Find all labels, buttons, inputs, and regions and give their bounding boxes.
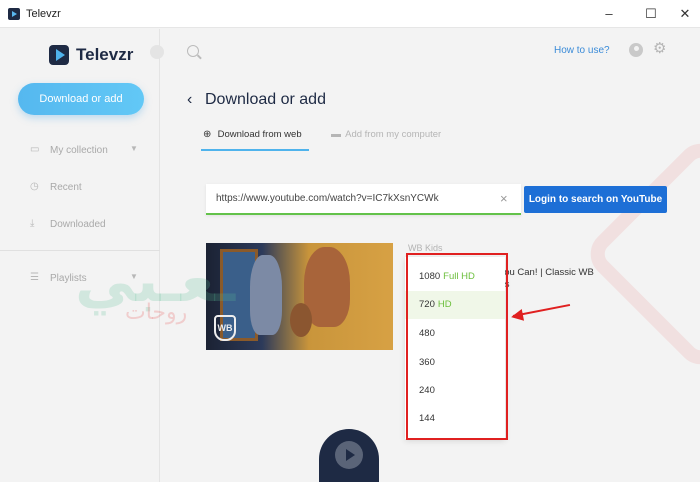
active-tab-indicator (201, 149, 309, 151)
how-to-use-link[interactable]: How to use? (554, 45, 610, 56)
clear-icon[interactable]: × (500, 191, 508, 206)
thumbnail-mouse (290, 303, 312, 337)
video-channel: WB Kids (408, 243, 443, 253)
maximize-button[interactable]: ☐ (636, 2, 666, 26)
download-icon: ⤓ (30, 218, 35, 229)
folder-icon: ▬ (331, 129, 341, 140)
chevron-down-icon: ▼ (130, 144, 138, 153)
folder-icon: ▭ (30, 144, 40, 155)
video-title: If You Can! | Classic WB Kids (491, 267, 594, 290)
url-input[interactable]: https://www.youtube.com/watch?v=IC7kXsnY… (206, 184, 521, 215)
tab-download-from-web[interactable]: ⊕ Download from web (201, 129, 309, 151)
tab-label: Download from web (217, 129, 302, 140)
download-or-add-button[interactable]: Download or add (18, 83, 144, 115)
sidebar-item-label: Downloaded (50, 219, 106, 230)
app-logo-icon (8, 8, 20, 20)
close-button[interactable]: ✕ (670, 2, 700, 26)
tab-label: Add from my computer (345, 129, 442, 140)
wb-logo: WB (214, 315, 236, 341)
annotation-arrow-head (509, 308, 525, 324)
url-value: https://www.youtube.com/watch?v=IC7kXsnY… (216, 193, 439, 204)
search-icon[interactable] (187, 45, 199, 57)
back-button[interactable]: ‹ (187, 91, 192, 109)
sidebar-item-label: Recent (50, 182, 82, 193)
televzr-logo-icon (49, 45, 69, 65)
page-title: Download or add (205, 91, 326, 108)
thumbnail-cat (250, 255, 282, 335)
main-panel: How to use? ⚙ ‹ Download or add ⊕ Downlo… (161, 29, 700, 482)
minimize-button[interactable]: – (594, 2, 624, 26)
window-title: Televzr (26, 8, 61, 20)
play-icon[interactable] (335, 441, 363, 469)
title-bar: Televzr – ☐ ✕ (0, 0, 700, 28)
list-icon: ☰ (30, 272, 39, 283)
clock-icon: ◷ (30, 181, 39, 192)
user-icon[interactable] (629, 43, 643, 57)
logo-text: Televzr (76, 45, 134, 64)
globe-icon: ⊕ (203, 129, 212, 140)
gear-icon[interactable]: ⚙ (653, 41, 666, 56)
annotation-highlight-box (406, 253, 508, 440)
login-to-search-button[interactable]: Login to search on YouTube (524, 186, 667, 213)
watermark-logo-sub: روحات (125, 300, 188, 325)
sidebar-item-downloaded[interactable]: ⤓ Downloaded (30, 215, 150, 235)
sidebar-item-label: My collection (50, 145, 108, 156)
sidebar-item-recent[interactable]: ◷ Recent (30, 178, 150, 198)
tab-add-from-my-computer[interactable]: ▬ Add from my computer (331, 129, 441, 151)
watermark-shape (580, 133, 700, 375)
sidebar-item-my-collection[interactable]: ▭ My collection ▼ (30, 141, 150, 161)
